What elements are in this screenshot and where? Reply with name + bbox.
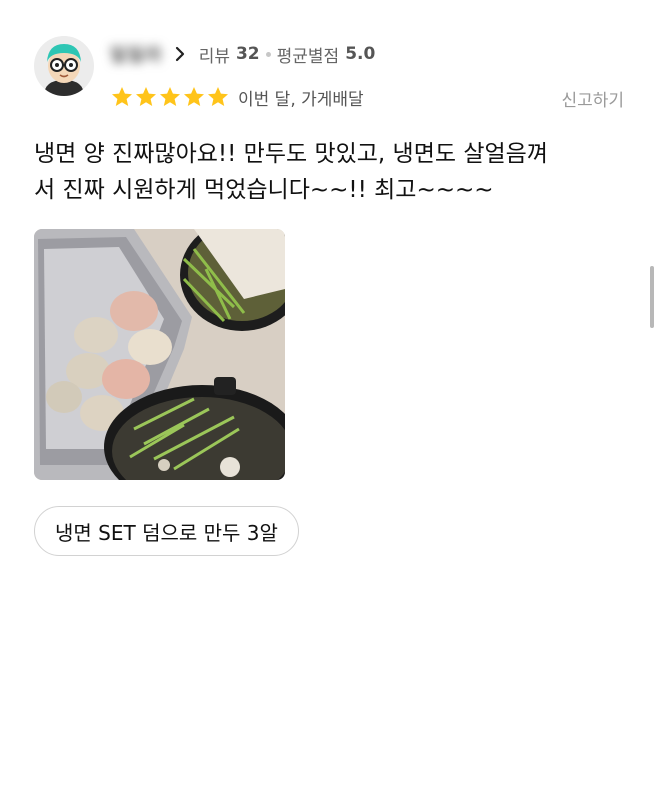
food-photo-image bbox=[34, 229, 285, 480]
rating-row: 이번 달, 가게배달 bbox=[110, 82, 364, 112]
chevron-right-icon[interactable] bbox=[173, 46, 187, 62]
review-meta: 이번 달, 가게배달 bbox=[238, 89, 364, 110]
star-icon bbox=[184, 87, 204, 106]
report-button[interactable]: 신고하기 bbox=[561, 86, 624, 111]
reviewer-nickname[interactable]: 밀밀라 bbox=[110, 41, 163, 67]
avg-rating-value: 5.0 bbox=[345, 44, 376, 64]
scrollbar[interactable] bbox=[650, 266, 654, 328]
star-icon bbox=[136, 87, 156, 106]
review-photo[interactable] bbox=[34, 229, 285, 480]
review-text-line-2: 서 진짜 시원하게 먹었습니다~~!! 최고~~~~ bbox=[34, 177, 494, 203]
review-count-label: 리뷰 bbox=[198, 46, 230, 67]
avatar-character-icon bbox=[34, 36, 94, 96]
review-count-value: 32 bbox=[235, 44, 260, 64]
separator-dot bbox=[265, 51, 271, 57]
avg-rating-label: 평균별점 bbox=[276, 46, 340, 67]
avatar[interactable] bbox=[34, 36, 94, 96]
ordered-menu-tag[interactable]: 냉면 SET 덤으로 만두 3알 bbox=[34, 506, 299, 556]
star-icon bbox=[112, 87, 132, 106]
star-icon bbox=[160, 87, 180, 106]
review-text-line-1: 냉면 양 진짜많아요!! 만두도 맛있고, 냉면도 살얼음껴 bbox=[34, 141, 548, 167]
review-text: 냉면 양 진짜많아요!! 만두도 맛있고, 냉면도 살얼음껴 서 진짜 시원하게… bbox=[34, 136, 614, 208]
review-page: 밀밀라 리뷰 32 평균별점 5.0 이번 달, 가게배달 신고하기 냉면 양 … bbox=[0, 0, 660, 800]
star-rating bbox=[110, 85, 230, 109]
star-icon bbox=[208, 87, 228, 106]
reviewer-header: 밀밀라 리뷰 32 평균별점 5.0 bbox=[110, 40, 375, 68]
